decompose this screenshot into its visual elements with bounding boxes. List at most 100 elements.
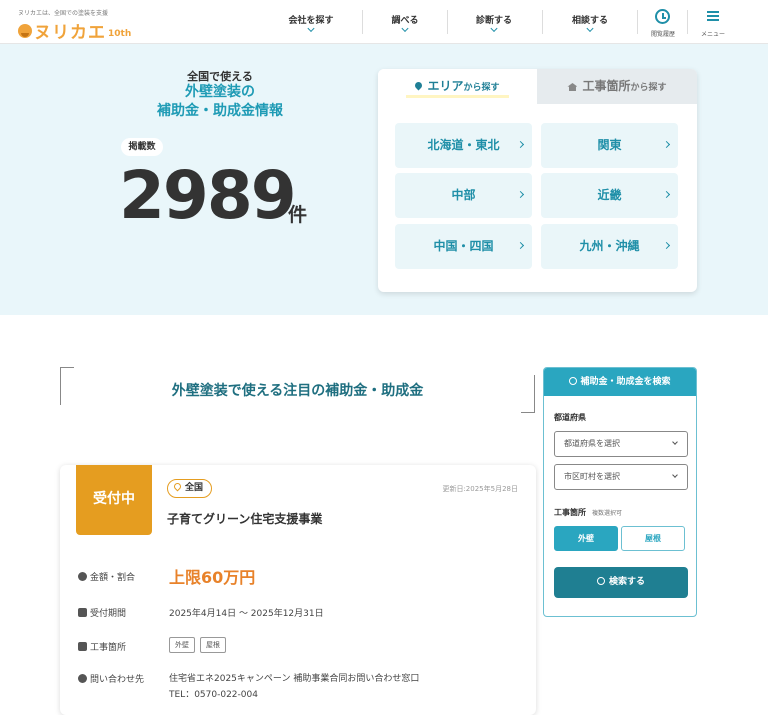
- house-icon: [567, 83, 578, 91]
- nav-find-company[interactable]: 会社を探す: [278, 0, 344, 44]
- info-icon: [78, 674, 87, 683]
- prefecture-select[interactable]: 都道府県を選択: [554, 431, 688, 457]
- chevron-down-icon: [672, 439, 678, 445]
- hero-title-line1: 外壁塗装の: [185, 84, 255, 100]
- search-icon: [569, 377, 578, 385]
- tab-area-suffix: から探す: [463, 83, 500, 93]
- search-panel-header: 補助金・助成金を検索: [544, 368, 696, 396]
- region-label: 近畿: [597, 188, 622, 202]
- region-kanto[interactable]: 関東: [541, 123, 678, 168]
- history-button[interactable]: 閲覧履歴: [643, 6, 683, 40]
- tab-work-location[interactable]: 工事箇所から探す: [537, 69, 697, 104]
- region-hokkaido-tohoku[interactable]: 北海道・東北: [395, 123, 532, 168]
- chevron-right-icon: [662, 140, 671, 149]
- search-panel-title: 補助金・助成金を検索: [580, 377, 671, 387]
- nav-divider: [542, 10, 543, 34]
- chevron-down-icon: [672, 472, 678, 478]
- search-submit-button[interactable]: 検索する: [554, 567, 688, 598]
- nav-learn[interactable]: 調べる: [375, 0, 435, 44]
- chevron-down-icon: [586, 24, 594, 33]
- hero-subtitle: 全国で使える: [187, 70, 253, 83]
- filter-roof-toggle[interactable]: 屋根: [621, 526, 685, 551]
- prefecture-select-value: 都道府県を選択: [564, 439, 620, 448]
- tab-underline: [406, 95, 509, 98]
- nav-divider: [447, 10, 448, 34]
- subsidy-search-panel: 補助金・助成金を検索 都道府県 都道府県を選択 市区町村を選択 工事箇所 複数選択…: [543, 367, 697, 617]
- history-label: 閲覧履歴: [650, 31, 675, 38]
- region-label: 九州・沖縄: [579, 239, 640, 253]
- city-select-value: 市区町村を選択: [564, 472, 620, 481]
- region-chubu[interactable]: 中部: [395, 173, 532, 218]
- prefecture-label: 都道府県: [554, 413, 586, 422]
- period-value: 2025年4月14日 ～ 2025年12月31日: [169, 609, 324, 619]
- tab-area-label: エリア: [427, 79, 464, 93]
- work-location-label: 工事箇所: [78, 640, 126, 653]
- amount-value: 上限60万円: [169, 568, 256, 587]
- menu-button[interactable]: メニュー: [693, 6, 733, 40]
- region-chugoku-shikoku[interactable]: 中国・四国: [395, 224, 532, 269]
- section-title: 外壁塗装で使える注目の補助金・助成金: [171, 383, 424, 399]
- filter-wall-toggle[interactable]: 外壁: [554, 526, 618, 551]
- logo-tagline: ヌリカエは、全国での塗装を支援: [18, 10, 109, 17]
- chevron-down-icon: [401, 24, 409, 33]
- site-header: ヌリカエは、全国での塗装を支援 ヌリカエ 10th 会社を探す 調べる 診断する…: [0, 0, 768, 44]
- region-label: 中部: [451, 188, 476, 202]
- listing-count-unit: 件: [288, 204, 308, 226]
- contact-label-text: 問い合わせ先: [90, 675, 145, 685]
- logo-text: ヌリカエ: [34, 23, 106, 43]
- chevron-right-icon: [516, 241, 525, 250]
- chevron-right-icon: [662, 241, 671, 250]
- mascot-icon: [18, 23, 32, 38]
- updated-date: 更新日:2025年5月28日: [442, 485, 518, 493]
- hamburger-icon: [707, 11, 719, 21]
- subsidy-title[interactable]: 子育てグリーン住宅支援事業: [167, 510, 322, 527]
- menu-label: メニュー: [700, 31, 725, 38]
- nav-consult[interactable]: 相談する: [558, 0, 622, 44]
- calendar-icon: [78, 608, 87, 617]
- subsidy-card[interactable]: 受付中 全国 更新日:2025年5月28日 子育てグリーン住宅支援事業 金額・割…: [60, 465, 536, 715]
- listing-count-badge: 掲載数: [121, 138, 163, 156]
- status-badge: 受付中: [76, 465, 152, 535]
- hero-section: 全国で使える 外壁塗装の 補助金・助成金情報 掲載数 2989 件 エリアから探…: [0, 44, 768, 315]
- area-search-card: エリアから探す 工事箇所から探す 北海道・東北 関東 中部 近畿 中国・四国 九…: [378, 69, 697, 292]
- tab-work-suffix: から探す: [630, 83, 667, 93]
- search-icon: [596, 577, 605, 585]
- nav-diagnose[interactable]: 診断する: [462, 0, 526, 44]
- work-tag: 外壁: [169, 637, 195, 653]
- tab-area[interactable]: エリアから探す: [378, 69, 537, 104]
- region-kinki[interactable]: 近畿: [541, 173, 678, 218]
- work-label-text: 工事箇所: [90, 643, 127, 653]
- map-pin-icon: [172, 481, 183, 492]
- nav-divider: [362, 10, 363, 34]
- site-logo[interactable]: ヌリカエ 10th: [18, 18, 131, 43]
- hero-title-line2: 補助金・助成金情報: [157, 103, 283, 119]
- house-icon: [78, 642, 87, 651]
- logo-suffix: 10th: [108, 28, 132, 39]
- work-filter-label-text: 工事箇所: [554, 508, 586, 517]
- tab-work-label: 工事箇所: [582, 79, 631, 93]
- chevron-right-icon: [516, 140, 525, 149]
- contact-tel: TEL：0570-022-004: [169, 690, 258, 700]
- contact-label: 問い合わせ先: [78, 672, 144, 685]
- region-label: 北海道・東北: [427, 138, 500, 152]
- region-kyushu-okinawa[interactable]: 九州・沖縄: [541, 224, 678, 269]
- multi-select-note: 複数選択可: [592, 510, 623, 517]
- amount-label: 金額・割合: [78, 570, 135, 583]
- chevron-down-icon: [307, 24, 315, 33]
- scope-label: 全国: [185, 483, 204, 493]
- listing-count: 2989: [119, 157, 297, 234]
- nav-divider: [637, 10, 638, 34]
- map-pin-icon: [414, 80, 424, 91]
- chevron-right-icon: [516, 190, 525, 199]
- work-tag: 屋根: [200, 637, 226, 653]
- yen-icon: [78, 572, 87, 581]
- period-label-text: 受付期間: [90, 609, 127, 619]
- work-location-tags: 外壁 屋根: [169, 637, 231, 653]
- hero-title: 外壁塗装の 補助金・助成金情報: [120, 83, 320, 121]
- scope-badge: 全国: [167, 479, 213, 498]
- city-select[interactable]: 市区町村を選択: [554, 464, 688, 490]
- contact-name: 住宅省エネ2025キャンペーン 補助事業合同お問い合わせ窓口: [169, 674, 420, 684]
- region-label: 中国・四国: [433, 239, 494, 253]
- nav-divider: [687, 10, 688, 34]
- work-location-filter-label: 工事箇所 複数選択可: [554, 507, 622, 518]
